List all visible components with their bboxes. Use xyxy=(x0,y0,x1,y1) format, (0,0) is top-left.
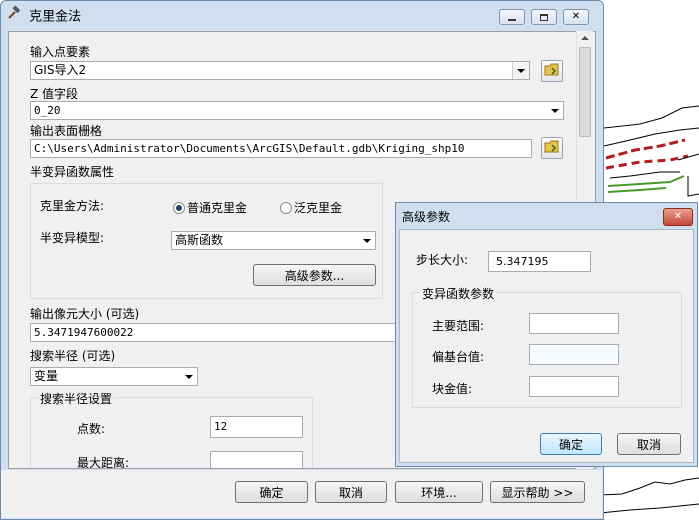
max-distance-label: 最大距离: xyxy=(77,456,130,469)
search-radius-select[interactable]: 变量 xyxy=(30,367,198,386)
browse-output-button[interactable] xyxy=(541,137,563,159)
cancel-button[interactable]: 取消 xyxy=(315,481,387,503)
ok-button[interactable]: 确定 xyxy=(235,481,308,503)
partial-sill-label: 偏基台值: xyxy=(432,350,485,364)
hammer-icon xyxy=(6,5,22,29)
model-label: 半变异模型: xyxy=(40,231,105,245)
window-title-bar: 克里金法 xyxy=(6,5,81,27)
z-field-combo[interactable]: 0_20 xyxy=(30,101,564,120)
search-radius-label: 搜索半径 (可选) xyxy=(30,349,116,363)
variogram-params-label: 变异函数参数 xyxy=(420,285,497,302)
close-icon: ✕ xyxy=(571,11,581,22)
minimize-icon xyxy=(508,18,516,21)
scroll-thumb[interactable] xyxy=(579,47,591,137)
semivariogram-section-label: 半变异函数属性 xyxy=(30,165,115,179)
maximize-button[interactable] xyxy=(531,9,557,25)
semivariogram-model-select[interactable]: 高斯函数 xyxy=(171,231,376,250)
ordinary-kriging-label: 普通克里金 xyxy=(187,201,248,215)
search-radius-value: 变量 xyxy=(34,369,59,383)
chevron-down-icon[interactable] xyxy=(512,62,529,79)
advanced-cancel-button[interactable]: 取消 xyxy=(617,433,681,455)
points-label: 点数: xyxy=(77,422,106,436)
output-raster-input[interactable]: C:\Users\Administrator\Documents\ArcGIS\… xyxy=(30,139,532,158)
cell-size-label: 输出像元大小 (可选) xyxy=(30,307,140,321)
lag-size-label: 步长大小: xyxy=(416,253,469,267)
show-help-button[interactable]: 显示帮助 >> xyxy=(490,481,585,503)
scroll-up-icon[interactable] xyxy=(581,36,589,40)
close-icon: ✕ xyxy=(673,211,683,222)
browse-input-button[interactable] xyxy=(541,60,563,82)
chevron-down-icon[interactable] xyxy=(547,102,563,119)
environment-button[interactable]: 环境... xyxy=(395,481,483,503)
chevron-down-icon[interactable] xyxy=(181,368,197,385)
lag-size-input[interactable]: 5.347195 xyxy=(488,251,591,272)
advanced-ok-button[interactable]: 确定 xyxy=(540,433,602,455)
partial-sill-input[interactable] xyxy=(529,344,619,365)
minimize-button[interactable] xyxy=(499,9,525,25)
input-points-value: GIS导入2 xyxy=(34,63,87,77)
major-range-label: 主要范围: xyxy=(432,319,485,333)
window-title: 克里金法 xyxy=(29,9,82,25)
chevron-down-icon[interactable] xyxy=(359,232,375,249)
z-field-label: Z 值字段 xyxy=(30,87,79,101)
z-field-value: 0_20 xyxy=(34,104,61,117)
points-input[interactable]: 12 xyxy=(210,416,303,438)
folder-icon xyxy=(544,63,560,80)
radio-ordinary-kriging[interactable] xyxy=(173,202,185,214)
folder-icon xyxy=(544,140,560,157)
major-range-input[interactable] xyxy=(529,313,619,334)
output-raster-label: 输出表面栅格 xyxy=(30,124,103,138)
radio-universal-kriging[interactable] xyxy=(280,202,292,214)
nugget-label: 块金值: xyxy=(432,382,473,396)
advanced-close-button[interactable]: ✕ xyxy=(663,208,693,226)
advanced-dialog-title: 高级参数 xyxy=(402,210,451,224)
nugget-input[interactable] xyxy=(529,376,619,397)
advanced-parameters-button[interactable]: 高级参数... xyxy=(253,264,376,286)
model-value: 高斯函数 xyxy=(175,233,224,247)
close-button[interactable]: ✕ xyxy=(563,9,589,25)
input-points-label: 输入点要素 xyxy=(30,45,91,59)
max-distance-input[interactable] xyxy=(210,451,303,468)
method-label: 克里金方法: xyxy=(40,199,105,213)
maximize-icon xyxy=(540,13,548,21)
universal-kriging-label: 泛克里金 xyxy=(294,201,343,215)
search-settings-label: 搜索半径设置 xyxy=(38,390,115,407)
input-points-combo[interactable]: GIS导入2 xyxy=(30,61,530,80)
